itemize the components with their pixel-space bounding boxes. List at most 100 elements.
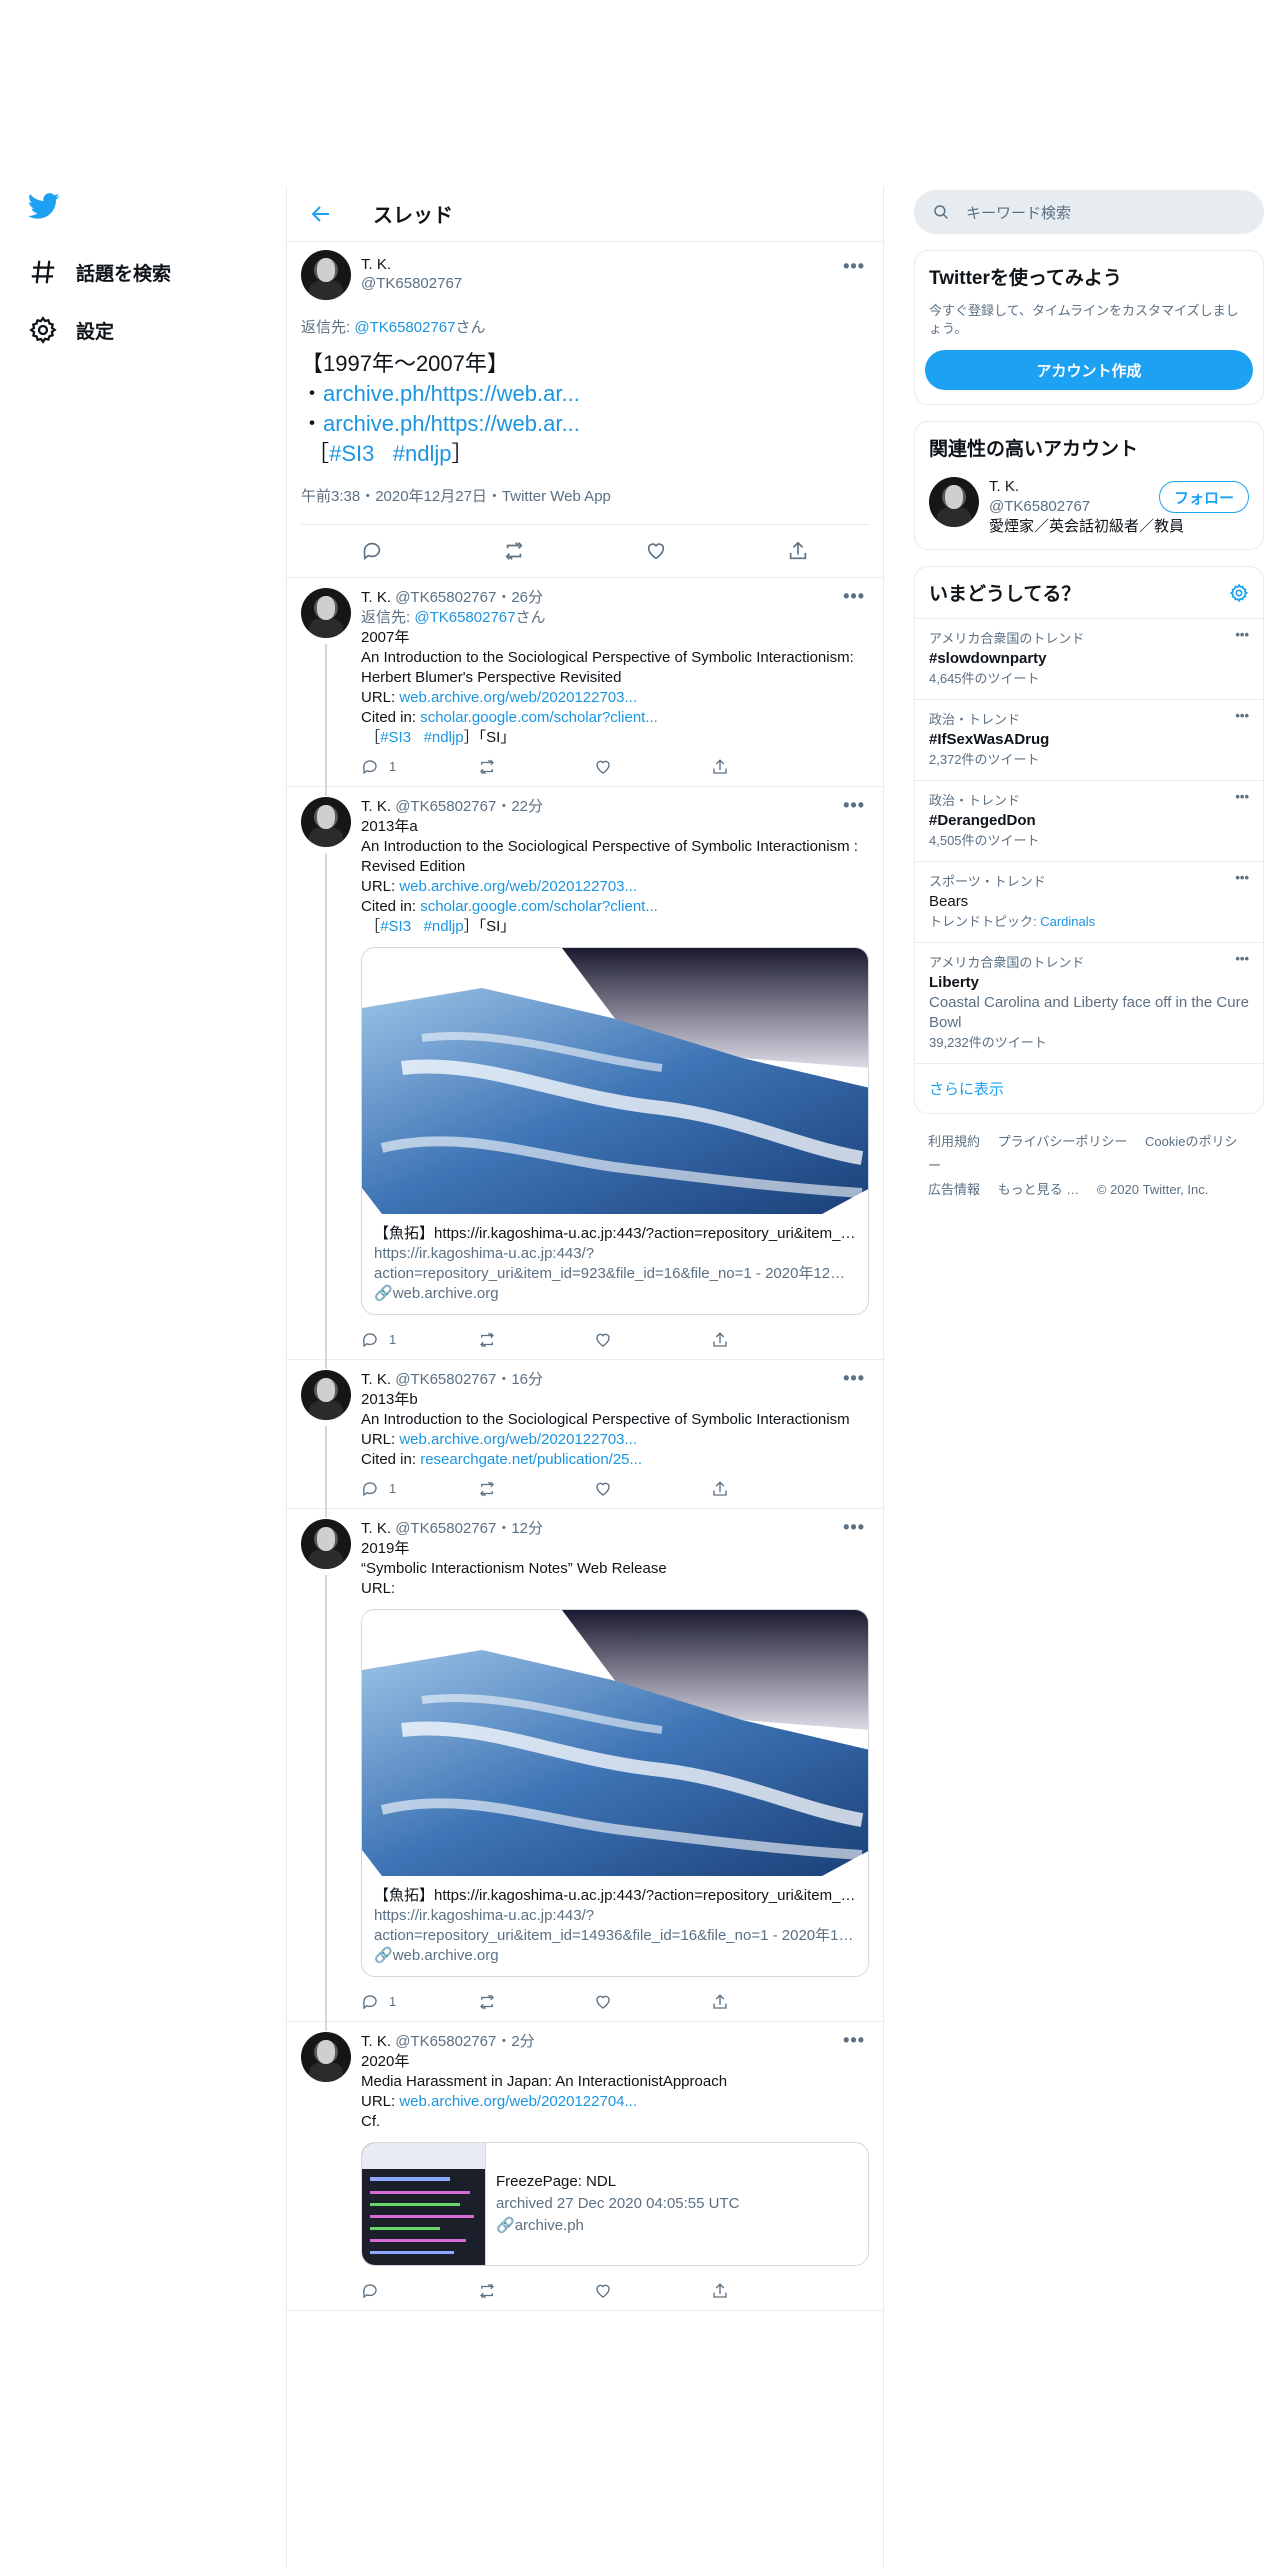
more-options-icon[interactable]: ••• xyxy=(843,1368,865,1388)
trend-item[interactable]: ••• 政治・トレンド #DerangedDon 4,505件のツイート xyxy=(915,780,1263,861)
account-row[interactable]: T. K. @TK65802767 愛煙家／英会話初級者／教員 フォロー xyxy=(915,473,1263,549)
like-icon[interactable] xyxy=(594,2282,612,2300)
more-options-icon[interactable]: ••• xyxy=(843,795,865,815)
hashtag-link[interactable]: #SI3 xyxy=(329,441,374,466)
reply-handle-link[interactable]: @TK65802767 xyxy=(354,319,455,336)
search-input[interactable]: キーワード検索 xyxy=(914,190,1264,234)
more-options-icon[interactable]: ••• xyxy=(843,1517,865,1537)
avatar[interactable] xyxy=(301,588,351,638)
more-options-icon[interactable]: ••• xyxy=(1235,706,1249,726)
avatar[interactable] xyxy=(301,1519,351,1569)
footer-link-privacy[interactable]: プライバシーポリシー xyxy=(998,1134,1128,1149)
footer-link-terms[interactable]: 利用規約 xyxy=(928,1134,980,1149)
back-arrow-icon[interactable] xyxy=(309,202,333,226)
reply-icon[interactable] xyxy=(361,1331,379,1349)
trend-item[interactable]: ••• 政治・トレンド #IfSexWasADrug 2,372件のツイート xyxy=(915,699,1263,780)
nav-settings[interactable]: 設定 xyxy=(0,301,286,359)
trend-item[interactable]: ••• アメリカ合衆国のトレンド #slowdownparty 4,645件のツ… xyxy=(915,618,1263,699)
create-account-button[interactable]: アカウント作成 xyxy=(925,350,1253,390)
url-link[interactable]: web.archive.org/web/2020122703... xyxy=(399,878,637,895)
share-icon[interactable] xyxy=(711,1993,729,2011)
retweet-icon[interactable] xyxy=(478,1480,496,1498)
trend-item[interactable]: ••• アメリカ合衆国のトレンド Liberty Coastal Carolin… xyxy=(915,942,1263,1063)
archive-link[interactable]: archive.ph/https://web.ar... xyxy=(323,381,580,406)
author-name[interactable]: T. K. xyxy=(361,1520,391,1537)
more-options-icon[interactable]: ••• xyxy=(843,586,865,606)
reply-icon[interactable] xyxy=(361,2282,379,2300)
author-name[interactable]: T. K. xyxy=(361,256,462,273)
hashtag-link[interactable]: #ndljp xyxy=(393,441,452,466)
footer-link-ads[interactable]: 広告情報 xyxy=(928,1182,980,1197)
more-options-icon[interactable]: ••• xyxy=(1235,949,1249,969)
tweet-meta[interactable]: @TK65802767・12分 xyxy=(395,1520,543,1537)
share-icon[interactable] xyxy=(711,2282,729,2300)
thread-tweet[interactable]: T. K. @TK65802767・2分 ••• 2020年 Media Har… xyxy=(287,2022,883,2311)
hashtag-link[interactable]: #ndljp xyxy=(424,729,464,746)
avatar[interactable] xyxy=(301,797,351,847)
trends-settings-icon[interactable] xyxy=(1229,583,1249,603)
twitter-logo-icon[interactable] xyxy=(27,190,60,222)
reply-handle-link[interactable]: @TK65802767 xyxy=(414,609,515,626)
avatar[interactable] xyxy=(301,1370,351,1420)
reply-icon[interactable] xyxy=(361,758,379,776)
trend-item[interactable]: ••• スポーツ・トレンド Bears トレンドトピック: Cardinals xyxy=(915,861,1263,942)
retweet-icon[interactable] xyxy=(503,540,525,562)
reply-icon[interactable] xyxy=(361,1993,379,2011)
more-options-icon[interactable]: ••• xyxy=(843,2030,865,2050)
avatar[interactable] xyxy=(929,477,979,527)
reply-icon[interactable] xyxy=(361,1480,379,1498)
author-handle[interactable]: @TK65802767 xyxy=(361,275,462,292)
thread-tweet[interactable]: T. K. @TK65802767・26分 ••• 返信先: @TK658027… xyxy=(287,578,883,796)
hashtag-link[interactable]: #SI3 xyxy=(380,729,411,746)
share-icon[interactable] xyxy=(711,1480,729,1498)
tweet-meta[interactable]: @TK65802767・26分 xyxy=(395,589,543,606)
tweet-meta[interactable]: @TK65802767・2分 xyxy=(395,2033,534,2050)
trend-related-link[interactable]: Cardinals xyxy=(1040,914,1095,929)
share-icon[interactable] xyxy=(787,540,809,562)
url-link[interactable]: web.archive.org/web/2020122703... xyxy=(399,689,637,706)
author-name[interactable]: T. K. xyxy=(361,1371,391,1388)
archive-link[interactable]: archive.ph/https://web.ar... xyxy=(323,411,580,436)
avatar[interactable] xyxy=(301,250,351,300)
link-card[interactable]: 【魚拓】https://ir.kagoshima-u.ac.jp:443/?ac… xyxy=(361,1609,869,1977)
retweet-icon[interactable] xyxy=(478,1331,496,1349)
link-card[interactable]: 【魚拓】https://ir.kagoshima-u.ac.jp:443/?ac… xyxy=(361,947,869,1315)
share-icon[interactable] xyxy=(711,758,729,776)
tweet-meta[interactable]: @TK65802767・22分 xyxy=(395,798,543,815)
show-more-link[interactable]: さらに表示 xyxy=(915,1063,1263,1113)
more-options-icon[interactable]: ••• xyxy=(1235,868,1249,888)
footer-link-more[interactable]: もっと見る … xyxy=(998,1182,1080,1197)
url-link[interactable]: web.archive.org/web/2020122703... xyxy=(399,1431,637,1448)
retweet-icon[interactable] xyxy=(478,1993,496,2011)
like-icon[interactable] xyxy=(594,1331,612,1349)
more-options-icon[interactable]: ••• xyxy=(1235,625,1249,645)
thread-tweet[interactable]: T. K. @TK65802767・22分 ••• 2013年a An Intr… xyxy=(287,787,883,1369)
author-name[interactable]: T. K. xyxy=(361,798,391,815)
cited-link[interactable]: scholar.google.com/scholar?client... xyxy=(420,709,658,726)
nav-explore[interactable]: 話題を検索 xyxy=(0,243,286,301)
avatar[interactable] xyxy=(301,2032,351,2082)
reply-icon[interactable] xyxy=(361,540,383,562)
like-icon[interactable] xyxy=(594,758,612,776)
follow-button[interactable]: フォロー xyxy=(1158,481,1249,513)
thread-tweet[interactable]: T. K. @TK65802767・16分 ••• 2013年b An Intr… xyxy=(287,1360,883,1518)
hashtag-link[interactable]: #SI3 xyxy=(380,918,411,935)
hashtag-link[interactable]: #ndljp xyxy=(424,918,464,935)
like-icon[interactable] xyxy=(594,1993,612,2011)
tweet-meta[interactable]: @TK65802767・16分 xyxy=(395,1371,543,1388)
author-name[interactable]: T. K. xyxy=(361,589,391,606)
more-options-icon[interactable]: ••• xyxy=(843,256,865,277)
thread-tweet[interactable]: T. K. @TK65802767・12分 ••• 2019年 “Symboli… xyxy=(287,1509,883,2031)
like-icon[interactable] xyxy=(645,540,667,562)
retweet-icon[interactable] xyxy=(478,758,496,776)
cited-link[interactable]: researchgate.net/publication/25... xyxy=(420,1451,642,1468)
like-icon[interactable] xyxy=(594,1480,612,1498)
tweet-timestamp[interactable]: 午前3:38・2020年12月27日・Twitter Web App xyxy=(301,485,869,525)
share-icon[interactable] xyxy=(711,1331,729,1349)
url-link[interactable]: web.archive.org/web/2020122704... xyxy=(399,2093,637,2110)
link-card[interactable]: FreezePage: NDL archived 27 Dec 2020 04:… xyxy=(361,2142,869,2266)
cited-link[interactable]: scholar.google.com/scholar?client... xyxy=(420,898,658,915)
more-options-icon[interactable]: ••• xyxy=(1235,787,1249,807)
retweet-icon[interactable] xyxy=(478,2282,496,2300)
account-name[interactable]: T. K. xyxy=(989,477,1184,497)
